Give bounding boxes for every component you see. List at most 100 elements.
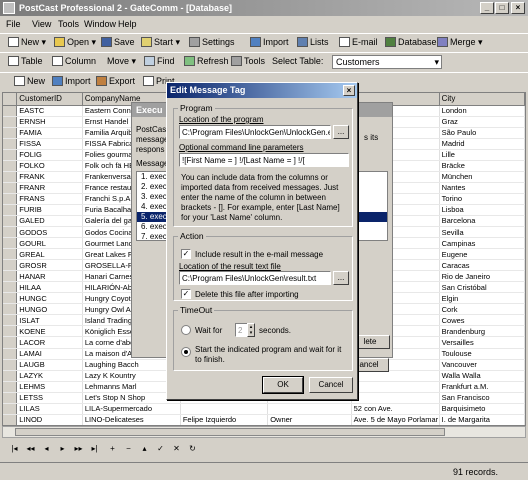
browse-program-button[interactable]: ... xyxy=(333,125,349,139)
email-button[interactable]: E-mail xyxy=(339,37,378,47)
record-import-button[interactable]: Import xyxy=(52,76,91,86)
start-and-wait-radio[interactable] xyxy=(181,347,191,357)
row-indicator[interactable] xyxy=(3,149,18,161)
table-cell[interactable] xyxy=(267,403,352,415)
table-cell[interactable]: LINO-Delicateses xyxy=(82,414,181,425)
row-indicator[interactable] xyxy=(3,160,18,172)
table-cell[interactable]: HANAR xyxy=(16,270,83,283)
first-record-button[interactable]: |◂ xyxy=(8,443,21,456)
row-indicator[interactable] xyxy=(3,270,18,283)
row-indicator[interactable] xyxy=(3,204,18,216)
row-indicator[interactable] xyxy=(3,226,18,239)
table-cell[interactable]: São Paulo xyxy=(439,127,525,139)
row-indicator[interactable] xyxy=(3,193,18,205)
row-indicator[interactable] xyxy=(3,215,18,228)
table-cell[interactable]: LACOR xyxy=(16,336,83,349)
menu-tools[interactable]: Tools xyxy=(58,19,79,29)
row-indicator[interactable] xyxy=(3,392,18,404)
table-cell[interactable]: Elgin xyxy=(439,292,525,305)
table-cell[interactable]: Nantes xyxy=(439,182,525,194)
save-button[interactable]: Save xyxy=(101,37,135,47)
row-indicator[interactable] xyxy=(3,105,18,117)
table-cell[interactable]: LAMAI xyxy=(16,348,83,360)
table-cell[interactable]: GALED xyxy=(16,215,83,228)
row-indicator[interactable] xyxy=(3,359,18,371)
record-new-button[interactable]: New xyxy=(14,76,45,86)
table-cell[interactable]: LAZYK xyxy=(16,370,83,382)
refresh-data-button[interactable]: ↻ xyxy=(186,443,199,456)
database-button[interactable]: Database xyxy=(385,37,437,47)
table-cell[interactable]: FISSA xyxy=(16,138,83,150)
table-cell[interactable]: Felipe Izquierdo xyxy=(180,414,269,425)
wait-seconds-spinner[interactable]: ▴ ▾ xyxy=(247,323,255,337)
menu-window[interactable]: Window xyxy=(84,19,116,29)
include-result-checkbox[interactable]: ✓ xyxy=(181,249,191,259)
table-cell[interactable]: KOENE xyxy=(16,325,83,338)
params-input[interactable]: ![First Name = ] !/[Last Name = ] !/[ xyxy=(179,153,349,167)
table-cell[interactable] xyxy=(180,403,269,415)
row-indicator[interactable] xyxy=(3,381,18,393)
table-cell[interactable]: LEHMS xyxy=(16,381,83,393)
cancel-button[interactable]: Cancel xyxy=(309,377,353,393)
table-cell[interactable]: FOLKO xyxy=(16,160,83,172)
table-cell[interactable]: Barcelona xyxy=(439,215,525,228)
minimize-button[interactable]: _ xyxy=(480,2,494,14)
table-cell[interactable]: GODOS xyxy=(16,226,83,239)
row-indicator[interactable] xyxy=(3,182,18,194)
last-record-button[interactable]: ▸| xyxy=(88,443,101,456)
table-cell[interactable]: LINOD xyxy=(16,414,83,425)
table-cell[interactable]: Torino xyxy=(439,193,525,205)
start-button[interactable]: Start ▾ xyxy=(141,37,180,48)
row-indicator[interactable] xyxy=(3,171,18,183)
select-table-dropdown[interactable]: Customers ▾ xyxy=(332,55,442,69)
post-record-button[interactable]: ✓ xyxy=(154,443,167,456)
lists-button[interactable]: Lists xyxy=(297,37,329,47)
table-cell[interactable]: Toulouse xyxy=(439,348,525,360)
table-cell[interactable]: Bräcke xyxy=(439,160,525,172)
row-indicator[interactable] xyxy=(3,248,18,261)
row-indicator[interactable] xyxy=(3,237,18,250)
menu-help[interactable]: Help xyxy=(118,19,137,29)
table-cell[interactable] xyxy=(351,381,440,393)
edit-record-button[interactable]: ▴ xyxy=(138,443,151,456)
table-cell[interactable]: Graz xyxy=(439,116,525,128)
table-row[interactable]: LILAS LILA-Supermercado 52 con Ave. Barquis… xyxy=(3,403,525,415)
table-cell[interactable]: Walla Walla xyxy=(439,370,525,382)
table-cell[interactable]: FRANR xyxy=(16,182,83,194)
table-cell[interactable]: Madrid xyxy=(439,138,525,150)
table-cell[interactable]: EASTC xyxy=(16,105,83,117)
column-header[interactable]: City xyxy=(439,93,525,106)
column-button[interactable]: Column xyxy=(52,56,96,66)
menu-file[interactable]: File xyxy=(6,19,21,29)
table-cell[interactable]: ISLAT xyxy=(16,314,83,327)
table-cell[interactable]: Ave. 5 de Mayo Porlamar xyxy=(351,414,440,425)
tools-button[interactable]: Tools xyxy=(231,56,265,66)
table-cell[interactable]: London xyxy=(439,105,525,117)
row-indicator[interactable] xyxy=(3,292,18,305)
table-cell[interactable]: LILA-Supermercado xyxy=(82,403,181,415)
table-cell[interactable]: GROSR xyxy=(16,259,83,272)
table-cell[interactable]: HUNGO xyxy=(16,303,83,316)
row-indicator[interactable] xyxy=(3,414,18,425)
next-record-button[interactable]: ▸ xyxy=(56,443,69,456)
table-cell[interactable]: Owner xyxy=(267,414,352,425)
row-indicator[interactable] xyxy=(3,127,18,139)
delete-record-button[interactable]: − xyxy=(122,443,135,456)
table-cell[interactable]: FRANK xyxy=(16,171,83,183)
new-button[interactable]: New ▾ xyxy=(8,37,46,48)
close-button[interactable]: × xyxy=(511,2,525,14)
row-indicator[interactable] xyxy=(3,314,18,327)
open-button[interactable]: Open ▾ xyxy=(54,37,96,48)
table-cell[interactable]: Frankfurt a.M. xyxy=(439,381,525,393)
row-indicator[interactable] xyxy=(3,336,18,349)
add-record-button[interactable]: + xyxy=(106,443,119,456)
ok-button[interactable]: OK xyxy=(262,376,304,394)
table-cell[interactable]: Vancouver xyxy=(439,359,525,371)
table-cell[interactable]: ERNSH xyxy=(16,116,83,128)
refresh-button[interactable]: Refresh xyxy=(184,56,229,66)
row-indicator[interactable] xyxy=(3,403,18,415)
wait-for-radio[interactable] xyxy=(181,325,191,335)
table-cell[interactable] xyxy=(351,392,440,404)
row-indicator[interactable] xyxy=(3,303,18,316)
result-location-input[interactable]: C:\Program Files\UnlockGen\result.txt xyxy=(179,271,331,285)
